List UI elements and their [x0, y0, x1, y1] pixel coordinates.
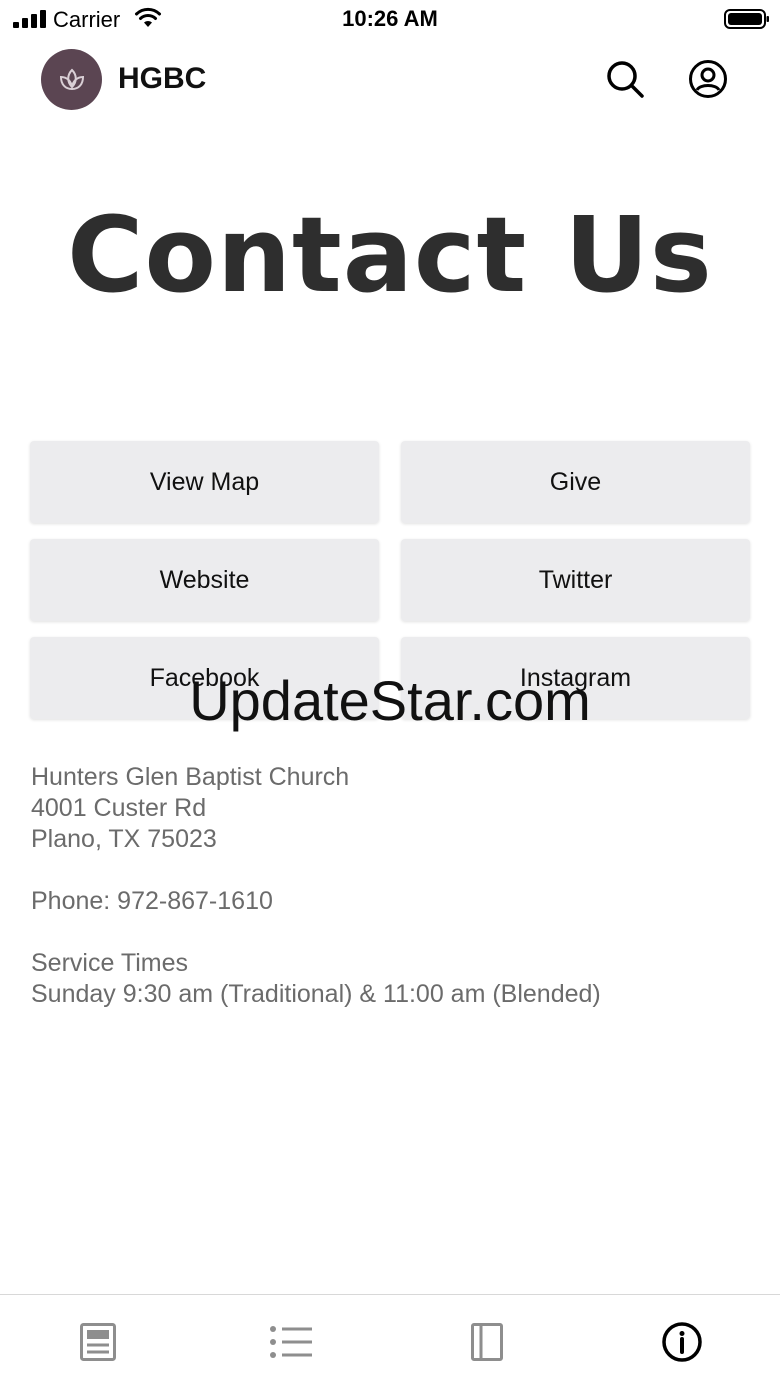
contact-banner: Contact Us [0, 190, 780, 320]
address-city: Plano, TX 75023 [31, 825, 217, 853]
facebook-button[interactable]: Facebook [30, 637, 379, 719]
phone-number[interactable]: Phone: 972-867-1610 [31, 886, 751, 917]
book-icon [471, 1323, 503, 1361]
tab-news[interactable] [73, 1317, 123, 1367]
view-map-button[interactable]: View Map [30, 441, 379, 523]
news-icon [80, 1323, 116, 1361]
banner-title: Contact Us [67, 194, 713, 316]
search-button[interactable] [604, 58, 646, 100]
leaf-logo-icon[interactable] [41, 49, 102, 110]
account-button[interactable] [687, 58, 729, 100]
give-button[interactable]: Give [401, 441, 750, 523]
search-icon [607, 61, 644, 98]
website-button[interactable]: Website [30, 539, 379, 621]
twitter-button[interactable]: Twitter [401, 539, 750, 621]
tab-info[interactable] [657, 1317, 707, 1367]
service-times: Sunday 9:30 am (Traditional) & 11:00 am … [31, 980, 601, 1008]
clock: 10:26 AM [342, 6, 438, 31]
account-icon [689, 60, 727, 98]
contact-info: Hunters Glen Baptist Church 4001 Custer … [31, 762, 751, 1010]
address-street: 4001 Custer Rd [31, 794, 207, 822]
app-title: HGBC [118, 62, 207, 95]
tab-list[interactable] [266, 1317, 316, 1367]
status-bar: Carrier 10:26 AM [0, 0, 780, 40]
tab-book[interactable] [462, 1317, 512, 1367]
service-times-heading: Service Times [31, 949, 188, 977]
church-name: Hunters Glen Baptist Church [31, 763, 350, 791]
tab-bar [0, 1294, 780, 1387]
info-icon [662, 1322, 702, 1362]
instagram-button[interactable]: Instagram [401, 637, 750, 719]
list-icon [270, 1326, 312, 1358]
battery-icon [724, 9, 769, 29]
app-header: HGBC [0, 40, 780, 120]
